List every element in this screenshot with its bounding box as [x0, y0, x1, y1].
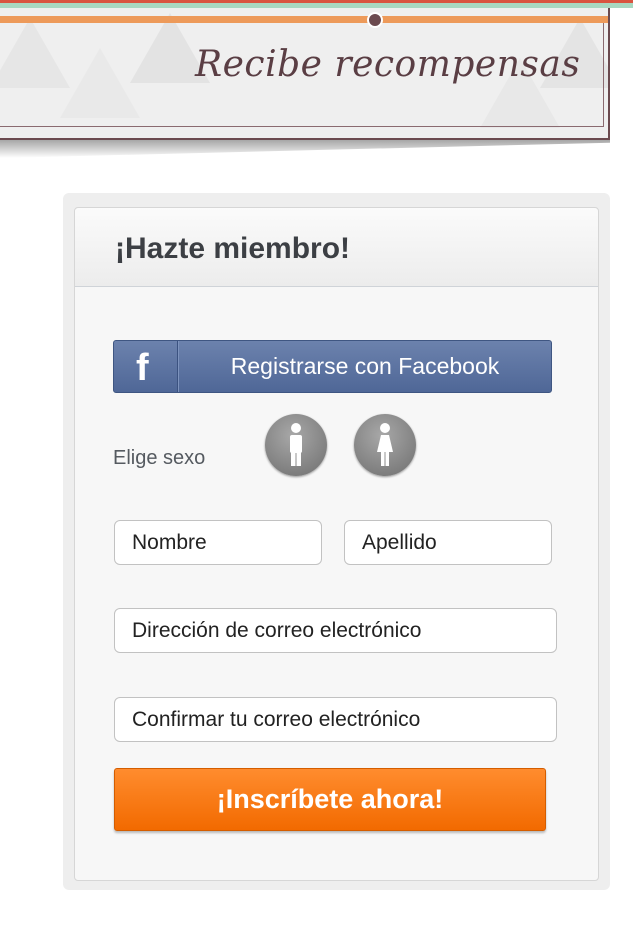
- first-name-field[interactable]: Nombre: [114, 520, 322, 565]
- banner-title: Recibe recompensas: [195, 44, 581, 85]
- confirm-email-field[interactable]: Confirmar tu correo electrónico: [114, 697, 557, 742]
- gender-label: Elige sexo: [113, 447, 206, 469]
- male-icon: [290, 423, 302, 466]
- top-strip: [0, 0, 633, 8]
- gender-female-button[interactable]: [354, 414, 416, 476]
- email-field[interactable]: Dirección de correo electrónico: [114, 608, 557, 653]
- facebook-icon: f: [114, 341, 178, 392]
- gender-male-button[interactable]: [265, 414, 327, 476]
- banner-dot: [367, 12, 383, 28]
- facebook-button-label: Registrarse con Facebook: [230, 353, 500, 379]
- female-icon: [377, 423, 393, 466]
- rewards-banner: Recibe recompensas: [0, 8, 610, 140]
- last-name-field[interactable]: Apellido: [344, 520, 552, 565]
- signup-submit-button[interactable]: ¡Inscríbete ahora!: [114, 768, 546, 831]
- card-header: ¡Hazte miembro!: [75, 208, 598, 287]
- page: Recibe recompensas ¡Hazte miembro! f Reg…: [0, 0, 633, 942]
- card-title: ¡Hazte miembro!: [115, 232, 351, 265]
- banner-orange-line: [0, 16, 608, 23]
- banner-shadow: [0, 140, 610, 158]
- facebook-signup-button[interactable]: f Registrarse con Facebook: [113, 340, 552, 393]
